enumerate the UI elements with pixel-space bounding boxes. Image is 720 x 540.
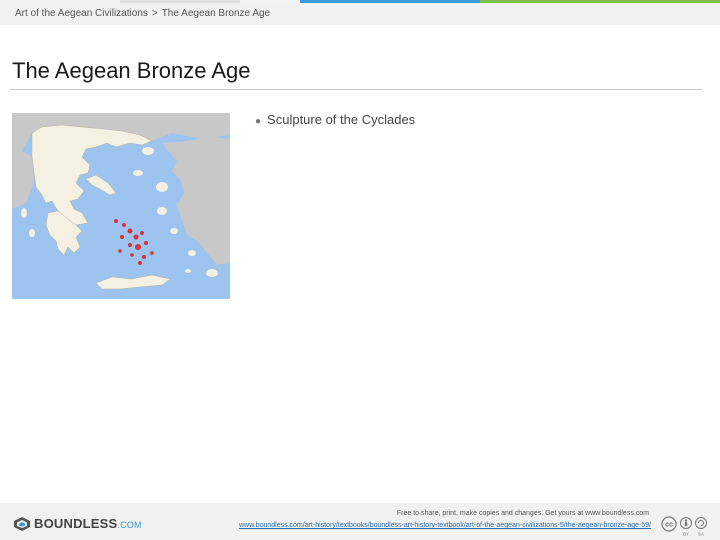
thasos-island [142,147,154,155]
svg-text:SA: SA [698,532,704,537]
sa-icon [695,517,707,529]
top-accent-strip-blue [300,0,480,3]
cc-license-icon[interactable]: cc BY SA [661,515,709,537]
breadcrumb-parent[interactable]: Art of the Aegean Civilizations [15,8,148,19]
top-accent-strip [0,0,120,3]
breadcrumb-current: The Aegean Bronze Age [161,8,271,19]
samos-island [170,228,178,234]
footer-share-note: Free to share, print, make copies and ch… [396,510,649,517]
lesbos-island [156,182,168,192]
top-accent-strip [120,0,240,3]
rhodes-island [206,269,218,277]
logo-suffix-text: .COM [117,520,142,530]
page-title: The Aegean Bronze Age [12,58,251,83]
dodecanese-island [185,269,191,273]
bullet-icon: ● [255,116,262,127]
cyclades-map-image [12,113,230,299]
breadcrumb-separator: > [151,8,158,19]
boundless-logo[interactable]: BOUNDLESS.COM [14,516,142,531]
top-accent-strip-green [480,0,720,3]
title-divider [10,89,702,90]
map-graphic [12,113,230,299]
bullet-list-item: ● Sculpture of the Cyclades [255,112,415,127]
boundless-logo-icon [14,516,30,531]
svg-text:BY: BY [683,532,689,537]
footer-source-link[interactable]: www.boundless.com/art-history/textbooks/… [239,522,651,529]
svg-text:cc: cc [665,522,673,529]
footer-bar: BOUNDLESS.COM Free to share, print, make… [0,503,720,540]
bullet-text: Sculpture of the Cyclades [267,112,416,127]
kos-island [188,250,196,256]
logo-main-text: BOUNDLESS [34,516,118,531]
breadcrumb: Art of the Aegean Civilizations > The Aege… [15,8,270,19]
chios-island [157,207,167,215]
ionian-island [21,208,27,218]
ionian-island [29,229,35,237]
lemnos-island [133,170,143,176]
top-bar: Art of the Aegean Civilizations > The Aege… [0,0,720,25]
logo-wordmark: BOUNDLESS.COM [34,516,142,531]
